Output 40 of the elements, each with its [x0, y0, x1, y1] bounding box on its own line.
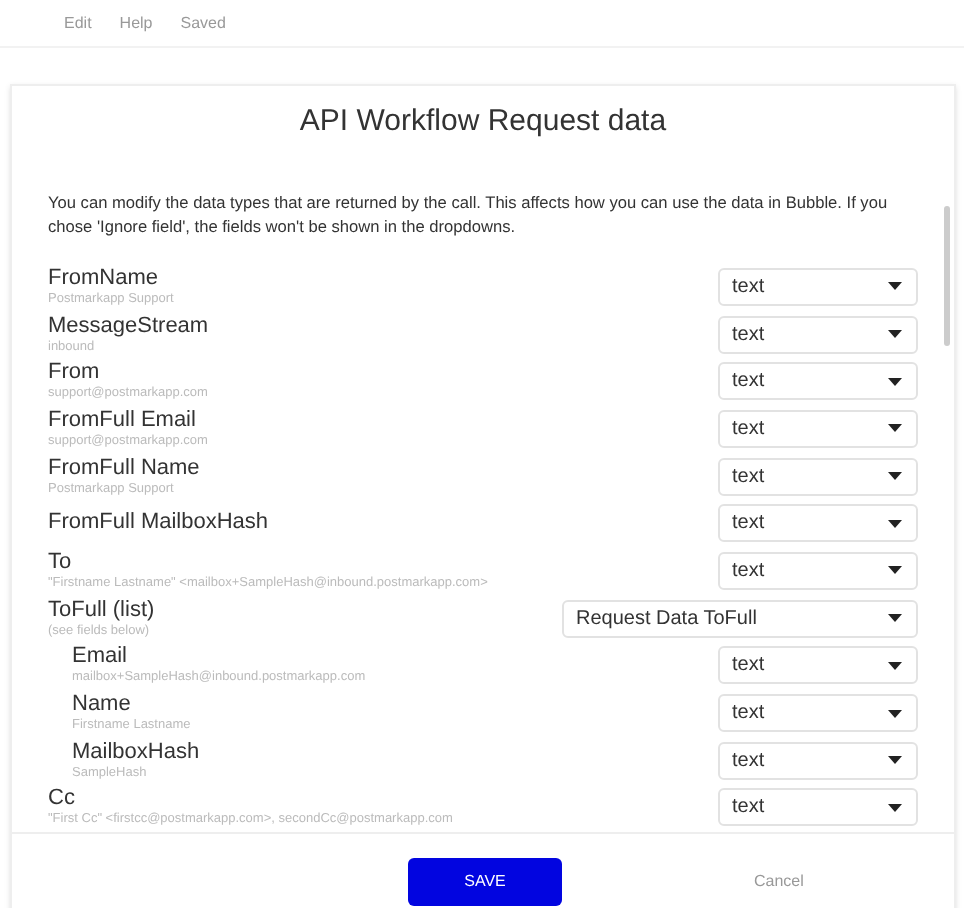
caret-icon — [888, 756, 902, 765]
dialog-title: API Workflow Request data — [297, 102, 669, 142]
field-label: From — [48, 360, 102, 386]
type-dropdown[interactable]: text — [718, 409, 918, 448]
caret-icon — [888, 661, 902, 670]
type-dropdown[interactable]: text — [718, 741, 918, 780]
save-button[interactable]: SAVE — [408, 857, 562, 906]
type-dropdown[interactable]: text — [718, 362, 918, 401]
type-dropdown[interactable]: text — [718, 646, 918, 685]
field-label: MailboxHash — [72, 739, 200, 766]
field-label: FromFull Email — [48, 407, 198, 434]
caret-icon — [888, 424, 902, 433]
field-label: To — [48, 549, 74, 576]
caret-icon — [888, 614, 902, 623]
caret-icon — [888, 566, 902, 575]
field-label: Email — [72, 644, 130, 670]
field-label: FromName — [48, 265, 161, 292]
caret-icon — [888, 803, 902, 812]
field-label: FromFull MailboxHash — [48, 510, 269, 537]
field-label: ToFull (list) — [48, 597, 155, 624]
field-label: FromFull Name — [48, 455, 200, 482]
caret-icon — [888, 709, 902, 718]
dialog-description: You can modify the data types that are returned by the call. This affects how you can use the data in Bubble. If you chose 'Ignore field', the fields won't be shown in the dropdowns. — [48, 189, 890, 239]
caret-icon — [888, 519, 902, 528]
type-dropdown[interactable]: text — [718, 551, 918, 590]
field-label: MessageStream — [48, 313, 209, 340]
caret-icon — [888, 330, 902, 339]
type-dropdown[interactable]: text — [718, 694, 918, 733]
type-dropdown[interactable]: text — [718, 457, 918, 496]
type-dropdown[interactable]: text — [718, 315, 918, 354]
type-dropdown[interactable]: Request Data ToFull — [562, 599, 918, 638]
caret-icon — [888, 282, 902, 291]
type-dropdown[interactable]: text — [718, 788, 918, 827]
field-label: Cc — [48, 786, 77, 812]
type-dropdown[interactable]: text — [718, 504, 918, 543]
scrollbar-thumb — [944, 205, 950, 345]
caret-icon — [888, 472, 902, 481]
caret-icon — [888, 377, 902, 386]
field-label: Name — [72, 692, 133, 718]
type-dropdown[interactable]: text — [718, 267, 918, 306]
